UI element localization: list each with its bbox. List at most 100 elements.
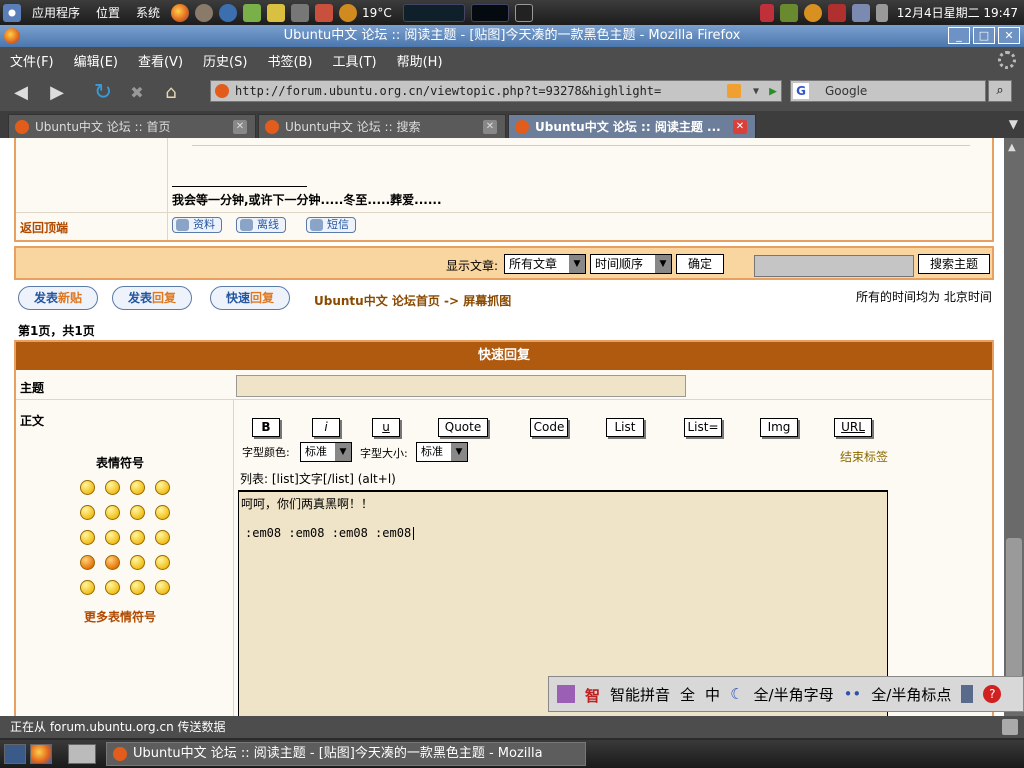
- ime-menu-icon[interactable]: [961, 685, 974, 703]
- url-dropdown-icon[interactable]: ▼: [753, 82, 759, 102]
- ime-toolbar[interactable]: 智 智能拼音 全 中 ☾ 全/半角字母 •• 全/半角标点 ?: [548, 676, 1024, 712]
- tab-close-icon[interactable]: ✕: [233, 120, 247, 134]
- firefox-taskbar-icon[interactable]: [30, 744, 52, 764]
- firefox-launcher-icon[interactable]: [171, 3, 190, 22]
- emoticon-razz-icon[interactable]: [105, 530, 120, 545]
- emoticon-wink-icon[interactable]: [155, 555, 170, 570]
- emoticon-question-icon[interactable]: [105, 580, 120, 595]
- emoticon-laughing-icon[interactable]: [155, 505, 170, 520]
- close-tags-link[interactable]: 结束标签: [840, 448, 888, 465]
- ime-help-icon[interactable]: ?: [983, 685, 1002, 703]
- ime-full-toggle[interactable]: 全: [680, 684, 695, 705]
- page-scrollbar[interactable]: ▲ ▼: [1004, 138, 1024, 716]
- ime-logo-icon[interactable]: [557, 685, 575, 703]
- bold-button[interactable]: B: [252, 418, 280, 437]
- tab-home[interactable]: Ubuntu中文 论坛 :: 首页 ✕: [8, 114, 256, 138]
- help-launcher-icon[interactable]: [219, 3, 238, 22]
- emoticon-shocked-icon[interactable]: [80, 505, 95, 520]
- taskbar-item-firefox[interactable]: Ubuntu中文 论坛 :: 阅读主题 - [贴图]今天凑的一款黑色主题 - M…: [106, 742, 586, 766]
- scrollbar-thumb[interactable]: [1006, 538, 1022, 678]
- emoticon-sad-icon[interactable]: [130, 480, 145, 495]
- close-button[interactable]: ✕: [998, 27, 1020, 44]
- ordered-list-button[interactable]: List=: [684, 418, 722, 437]
- emoticon-grin-icon[interactable]: [80, 480, 95, 495]
- emoticon-confused-icon[interactable]: [105, 505, 120, 520]
- tab-list-arrow-icon[interactable]: ▼: [1009, 117, 1018, 131]
- menu-places[interactable]: 位置: [88, 4, 128, 21]
- update-icon[interactable]: [779, 3, 798, 22]
- pm-button[interactable]: 短信: [306, 217, 356, 233]
- ime-zhi-icon[interactable]: 智: [585, 685, 600, 705]
- trash-icon[interactable]: [759, 3, 774, 22]
- ime-chinese-toggle[interactable]: 中: [705, 684, 720, 705]
- search-magnifier-icon[interactable]: ⌕: [988, 80, 1012, 102]
- user-switch-icon[interactable]: [803, 3, 822, 22]
- menu-applications[interactable]: 应用程序: [24, 4, 88, 21]
- menu-help[interactable]: 帮助(H): [387, 51, 453, 70]
- profile-button[interactable]: 资料: [172, 217, 222, 233]
- quote-button[interactable]: Quote: [438, 418, 488, 437]
- emoticon-cool-icon[interactable]: [130, 505, 145, 520]
- emoticon-twisted-icon[interactable]: [105, 555, 120, 570]
- menu-history[interactable]: 历史(S): [193, 51, 257, 70]
- gimp-launcher-icon[interactable]: [195, 3, 214, 22]
- search-input[interactable]: G Google: [790, 80, 986, 102]
- underline-button[interactable]: u: [372, 418, 400, 437]
- stop-icon[interactable]: ✖: [124, 79, 150, 105]
- back-arrow-icon[interactable]: ◀: [8, 79, 34, 105]
- order-select[interactable]: 时间顺序 ▼: [590, 254, 672, 274]
- home-icon[interactable]: ⌂: [158, 79, 184, 105]
- back-to-top-link[interactable]: 返回顶端: [20, 219, 68, 236]
- tab-search[interactable]: Ubuntu中文 论坛 :: 搜索 ✕: [258, 114, 506, 138]
- emoticon-embarrassed-icon[interactable]: [130, 530, 145, 545]
- emoticon-arrow-icon[interactable]: [155, 580, 170, 595]
- menu-file[interactable]: 文件(F): [0, 51, 64, 70]
- emoticon-neutral-icon[interactable]: [155, 530, 170, 545]
- window-titlebar[interactable]: Ubuntu中文 论坛 :: 阅读主题 - [贴图]今天凑的一款黑色主题 - M…: [0, 25, 1024, 47]
- google-engine-icon[interactable]: G: [793, 83, 809, 99]
- italic-button[interactable]: i: [312, 418, 340, 437]
- ime-letter-width-toggle[interactable]: 全/半角字母: [754, 684, 834, 705]
- subject-input[interactable]: [236, 375, 686, 397]
- tab-read-topic[interactable]: Ubuntu中文 论坛 :: 阅读主题 ... ✕: [508, 114, 756, 138]
- quick-reply-button[interactable]: 快速回复: [210, 286, 290, 310]
- emoticon-smile-icon[interactable]: [105, 480, 120, 495]
- reload-icon[interactable]: ↻: [90, 79, 116, 105]
- topic-search-input[interactable]: [754, 255, 914, 277]
- resize-grip-icon[interactable]: [1002, 719, 1018, 735]
- terminal-icon[interactable]: [514, 3, 533, 22]
- tab-close-icon[interactable]: ✕: [483, 120, 497, 134]
- new-topic-button[interactable]: 发表新贴: [18, 286, 98, 310]
- go-arrow-icon[interactable]: ▶: [769, 82, 777, 102]
- confirm-button[interactable]: 确定: [676, 254, 724, 274]
- emoticon-idea-icon[interactable]: [130, 580, 145, 595]
- menu-edit[interactable]: 编辑(E): [64, 51, 128, 70]
- emoticon-mad-icon[interactable]: [80, 530, 95, 545]
- menu-bookmarks[interactable]: 书签(B): [257, 51, 322, 70]
- editor-launcher-icon[interactable]: [243, 3, 262, 22]
- clock[interactable]: 12月4日星期二 19:47: [891, 4, 1024, 21]
- font-color-select[interactable]: 标准 ▼: [300, 442, 352, 462]
- menu-tools[interactable]: 工具(T): [323, 51, 387, 70]
- notes-launcher-icon[interactable]: [267, 3, 286, 22]
- font-size-select[interactable]: 标准 ▼: [416, 442, 468, 462]
- forward-arrow-icon[interactable]: ▶: [44, 79, 70, 105]
- rss-feed-icon[interactable]: [727, 84, 741, 98]
- breadcrumb[interactable]: Ubuntu中文 论坛首页 -> 屏幕抓图: [314, 292, 511, 309]
- tab-close-icon[interactable]: ✕: [733, 120, 747, 134]
- minimize-button[interactable]: _: [948, 27, 970, 44]
- maximize-button[interactable]: □: [973, 27, 995, 44]
- scroll-up-arrow-icon[interactable]: ▲: [1008, 142, 1016, 153]
- search-topic-button[interactable]: 搜索主题: [918, 254, 990, 274]
- weather-icon[interactable]: [339, 3, 358, 22]
- offline-button[interactable]: 离线: [236, 217, 286, 233]
- emoticon-surprised-icon[interactable]: [155, 480, 170, 495]
- tool-launcher-icon[interactable]: [315, 3, 334, 22]
- posts-filter-select[interactable]: 所有文章 ▼: [504, 254, 586, 274]
- emoticon-evil-icon[interactable]: [80, 555, 95, 570]
- url-bar[interactable]: http://forum.ubuntu.org.cn/viewtopic.php…: [210, 80, 782, 102]
- workspace-icon[interactable]: [68, 744, 96, 764]
- ime-tray-icon[interactable]: [827, 3, 846, 22]
- code-button[interactable]: Code: [530, 418, 568, 437]
- user-launcher-icon[interactable]: [291, 3, 310, 22]
